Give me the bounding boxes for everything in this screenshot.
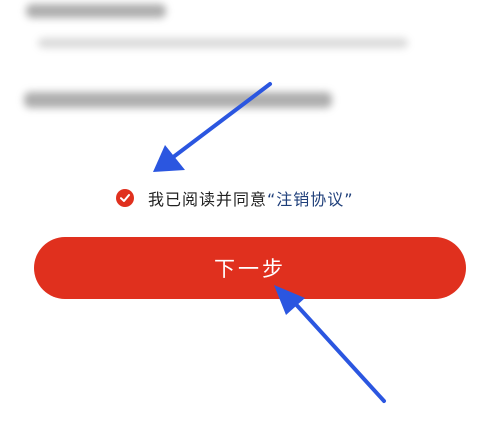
agreement-text: 我已阅读并同意 <box>148 190 268 209</box>
blurred-heading-1 <box>26 4 166 18</box>
agreement-row[interactable]: 我已阅读并同意 “注销协议” <box>116 186 354 210</box>
next-step-label: 下一步 <box>214 258 286 281</box>
next-step-button[interactable]: 下一步 <box>34 237 466 299</box>
agreement-link[interactable]: “注销协议” <box>267 186 354 210</box>
check-circle-icon[interactable] <box>116 189 134 207</box>
screen: 我已阅读并同意 “注销协议” 下一步 <box>0 0 497 428</box>
arrow-icon <box>274 285 386 403</box>
blurred-text-1 <box>38 38 408 48</box>
blurred-heading-2 <box>24 92 332 108</box>
